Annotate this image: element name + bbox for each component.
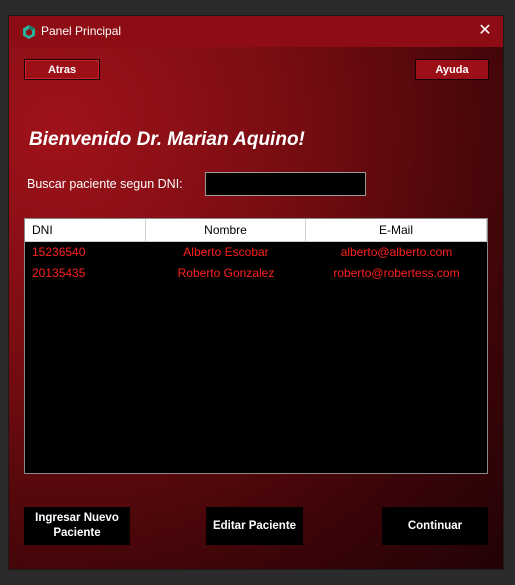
title-bar[interactable]: Panel Principal ✕ <box>9 16 503 47</box>
column-header-email[interactable]: E-Mail <box>306 219 487 241</box>
main-window: Panel Principal ✕ Atras Ayuda Bienvenido… <box>9 16 503 569</box>
welcome-heading: Bienvenido Dr. Marian Aquino! <box>29 129 305 150</box>
cell-nombre: Alberto Escobar <box>183 245 269 259</box>
column-header-dni[interactable]: DNI <box>25 219 146 241</box>
continue-button[interactable]: Continuar <box>382 507 488 545</box>
patients-table[interactable]: DNI Nombre E-Mail 15236540 Alberto Escob… <box>24 218 488 474</box>
cell-dni: 20135435 <box>32 266 86 280</box>
new-patient-label: Ingresar Nuevo Paciente <box>35 512 119 539</box>
dni-search-input[interactable] <box>205 172 366 196</box>
cell-nombre: Roberto Gonzalez <box>177 266 275 280</box>
table-row[interactable]: 15236540 Alberto Escobar alberto@alberto… <box>25 242 487 263</box>
table-row[interactable]: 20135435 Roberto Gonzalez roberto@robert… <box>25 263 487 284</box>
cell-dni: 15236540 <box>32 245 86 259</box>
edit-patient-button[interactable]: Editar Paciente <box>206 507 303 545</box>
search-label: Buscar paciente segun DNI: <box>27 177 183 191</box>
column-header-nombre[interactable]: Nombre <box>146 219 306 241</box>
help-button[interactable]: Ayuda <box>415 59 489 80</box>
cell-email: roberto@robertess.com <box>333 266 460 280</box>
table-header: DNI Nombre E-Mail <box>25 219 487 242</box>
cell-email: alberto@alberto.com <box>340 245 453 259</box>
new-patient-button[interactable]: Ingresar Nuevo Paciente <box>24 507 130 545</box>
close-icon[interactable]: ✕ <box>473 19 497 43</box>
back-button[interactable]: Atras <box>24 59 100 80</box>
app-logo-icon <box>23 25 35 39</box>
window-title: Panel Principal <box>41 24 122 38</box>
